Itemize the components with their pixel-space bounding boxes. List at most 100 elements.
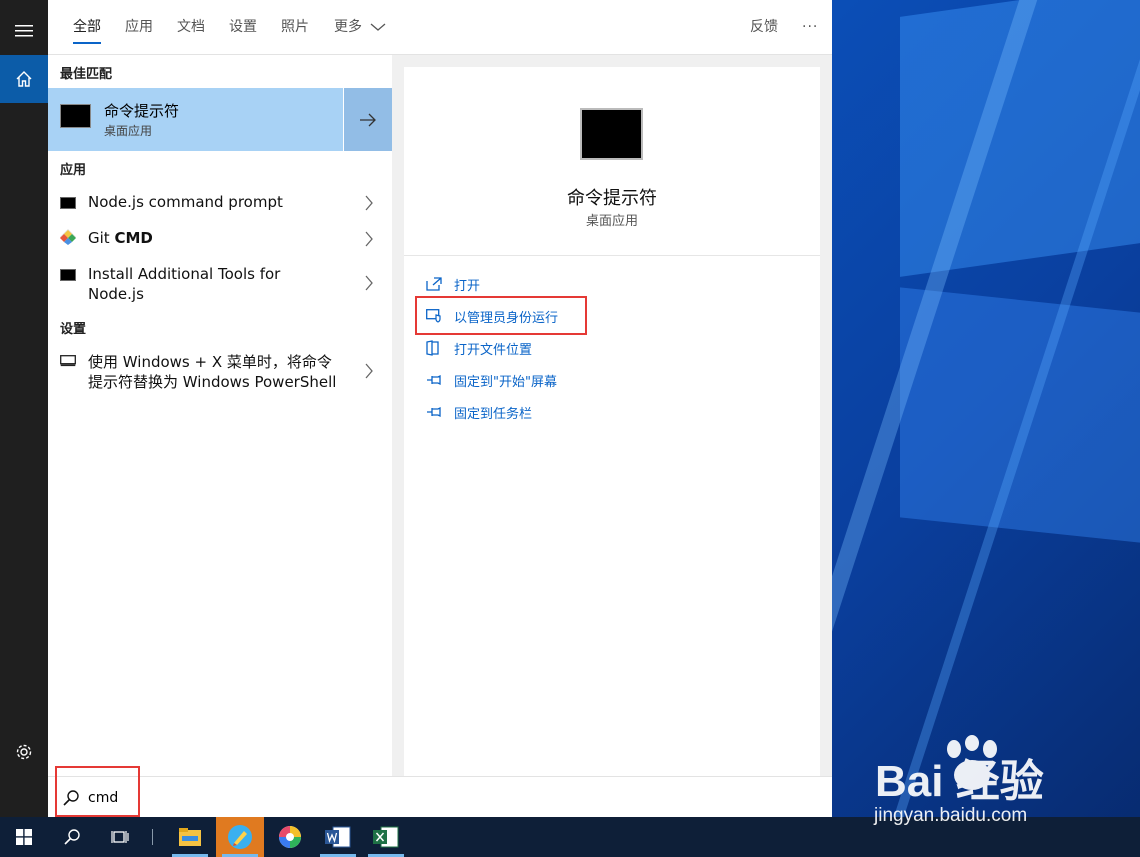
gear-icon [16, 744, 32, 760]
arrow-right-icon [360, 113, 376, 126]
cmd-large-icon [580, 108, 643, 160]
baidu-watermark: Bai 经验 jingyan.baidu.com [870, 735, 1090, 835]
search-icon [64, 829, 80, 845]
ellipsis-icon: ··· [802, 19, 819, 35]
tab-label: 应用 [125, 19, 153, 35]
excel-icon [373, 826, 399, 848]
label-line: 使用 Windows + X 菜单时，将命令 [88, 353, 332, 371]
action-pin-to-start[interactable]: 固定到"开始"屏幕 [426, 369, 557, 391]
best-match-item[interactable]: 命令提示符 桌面应用 [48, 88, 392, 151]
open-icon [426, 277, 442, 291]
file-location-icon [426, 340, 439, 356]
chevron-right-icon [365, 363, 373, 379]
list-item-label: 使用 Windows + X 菜单时，将命令 提示符替换为 Windows Po… [88, 352, 336, 392]
folder-icon [179, 828, 201, 846]
taskbar-word[interactable] [314, 817, 362, 857]
label-line: 提示符替换为 Windows PowerShell [88, 373, 337, 391]
tab-photos[interactable]: 照片 [281, 0, 309, 54]
list-item-git-cmd[interactable]: Git CMD [48, 225, 392, 261]
home-button[interactable] [0, 55, 48, 103]
chevron-right-icon [365, 275, 373, 291]
cmd-app-icon [60, 104, 91, 128]
cmd-app-icon [60, 269, 76, 281]
label-line: Node.js [88, 285, 144, 303]
start-button[interactable] [0, 817, 48, 857]
tab-label: 文档 [177, 19, 205, 35]
settings-button[interactable] [0, 730, 48, 774]
action-open-file-location[interactable]: 打开文件位置 [426, 337, 532, 359]
more-options-button[interactable]: ··· [802, 0, 818, 54]
pin-icon [427, 374, 441, 386]
highlight-annotation [415, 296, 587, 335]
task-view-icon [111, 831, 129, 843]
label-prefix: Git [88, 229, 115, 247]
tab-documents[interactable]: 文档 [177, 0, 205, 54]
action-open[interactable]: 打开 [426, 273, 480, 295]
chevron-right-icon [365, 195, 373, 211]
start-left-strip [0, 0, 48, 817]
chevron-right-icon [365, 231, 373, 247]
action-pin-to-taskbar[interactable]: 固定到任务栏 [426, 401, 532, 423]
windows-logo-icon [16, 829, 32, 845]
tab-all[interactable]: 全部 [73, 0, 101, 54]
taskbar-excel[interactable] [362, 817, 410, 857]
hamburger-icon [15, 25, 33, 37]
list-item-label: Install Additional Tools for Node.js [88, 264, 280, 304]
tab-label: 照片 [281, 19, 309, 35]
taskbar-app-brush[interactable] [216, 817, 264, 857]
section-header-apps: 应用 [60, 163, 87, 178]
pin-icon [427, 406, 441, 418]
taskbar-app-colorful[interactable] [266, 817, 314, 857]
cmd-app-icon [60, 197, 76, 209]
tab-label: 设置 [229, 19, 257, 35]
taskbar-file-explorer[interactable] [166, 817, 214, 857]
taskbar-separator [148, 817, 156, 857]
preview-pane: 命令提示符 桌面应用 打开 以管理员身份运行 打开文件位置 固定到"开始"屏幕 … [404, 67, 820, 776]
chevron-down-icon [371, 23, 386, 31]
label-match-bold: CMD [114, 229, 153, 247]
open-details-button[interactable] [343, 88, 392, 151]
tab-label: 全部 [73, 19, 101, 35]
git-icon [60, 229, 76, 245]
tab-label: 更多 [334, 19, 362, 35]
tab-settings[interactable]: 设置 [229, 0, 257, 54]
tab-more[interactable]: 更多 [334, 0, 386, 54]
filter-tabs-bar: 全部 应用 文档 设置 照片 更多 反馈 ··· [48, 0, 832, 55]
separator-line [151, 829, 153, 845]
watermark-url: jingyan.baidu.com [874, 805, 1028, 826]
list-item-powershell-setting[interactable]: 使用 Windows + X 菜单时，将命令 提示符替换为 Windows Po… [48, 349, 392, 401]
label-line: Install Additional Tools for [88, 265, 281, 283]
preview-title: 命令提示符 [567, 188, 657, 209]
search-panel: 全部 应用 文档 设置 照片 更多 反馈 ··· 最佳匹配 命令提示符 桌面应用… [48, 0, 832, 818]
list-item-label: Node.js command prompt [88, 193, 283, 211]
action-label: 固定到任务栏 [454, 406, 533, 422]
action-label: 固定到"开始"屏幕 [454, 374, 557, 390]
watermark-logo-text: Bai 经验 [875, 757, 1044, 806]
search-bar[interactable]: cmd [48, 776, 832, 818]
feedback-button[interactable]: 反馈 [750, 0, 778, 54]
tab-apps[interactable]: 应用 [125, 0, 153, 54]
best-match-title: 命令提示符 [104, 102, 180, 120]
colorful-app-icon [279, 826, 301, 848]
word-icon [325, 826, 351, 848]
results-list: 最佳匹配 命令提示符 桌面应用 应用 Node.js command promp… [48, 55, 392, 817]
home-icon [16, 71, 32, 87]
list-item-nodejs-prompt[interactable]: Node.js command prompt [48, 189, 392, 225]
highlight-annotation [55, 766, 140, 817]
hamburger-menu-button[interactable] [0, 9, 48, 53]
wallpaper-pane [900, 287, 1140, 543]
brush-app-icon [228, 825, 252, 849]
list-item-label: Git CMD [88, 228, 153, 248]
taskbar-search-button[interactable] [48, 817, 96, 857]
feedback-label: 反馈 [750, 19, 778, 35]
task-view-button[interactable] [96, 817, 144, 857]
action-label: 打开 [454, 278, 481, 294]
section-header-settings: 设置 [60, 322, 87, 337]
section-header-best-match: 最佳匹配 [60, 67, 113, 82]
divider [404, 255, 820, 256]
action-label: 打开文件位置 [454, 342, 533, 358]
preview-subtitle: 桌面应用 [585, 214, 638, 229]
best-match-subtitle: 桌面应用 [104, 124, 153, 138]
display-settings-icon [60, 355, 76, 367]
list-item-nodejs-tools[interactable]: Install Additional Tools for Node.js [48, 261, 392, 313]
